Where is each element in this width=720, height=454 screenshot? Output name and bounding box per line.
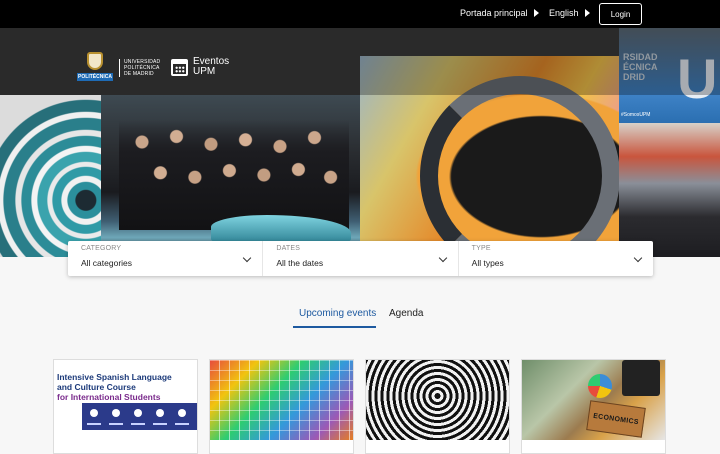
book-label: ECONOMICS <box>592 412 640 426</box>
hero-image-stairs <box>0 95 101 257</box>
crest-icon: POLITÉCNICA <box>77 52 113 83</box>
events-upm-logo[interactable]: Eventos UPM <box>171 57 229 77</box>
filter-label: CATEGORY <box>81 245 122 252</box>
type-filter[interactable]: TYPE All types <box>459 241 653 276</box>
course-info-strip <box>82 403 197 430</box>
crest-band-label: POLITÉCNICA <box>77 73 113 81</box>
language-link[interactable]: English <box>549 8 590 18</box>
filter-value: All categories <box>81 258 133 268</box>
filter-label: DATES <box>276 245 301 252</box>
active-tab-indicator <box>293 326 376 328</box>
card-title-line: and Culture Course <box>57 382 136 392</box>
hero-image-team <box>101 95 360 257</box>
university-name: UNIVERSIDAD POLITÉCNICA DE MADRID <box>119 58 161 77</box>
tab-agenda[interactable]: Agenda <box>389 308 423 319</box>
filter-value: All the dates <box>276 258 324 268</box>
language-link-label: English <box>549 8 579 18</box>
filter-label: TYPE <box>471 245 491 252</box>
home-link[interactable]: Portada principal <box>460 8 539 18</box>
economics-book-graphic: ECONOMICS <box>586 400 646 438</box>
events-logo-line: UPM <box>193 66 216 77</box>
event-card-image: ECONOMICS <box>522 360 665 440</box>
event-card-image <box>366 360 509 440</box>
event-card[interactable]: Intensive Spanish Language and Culture C… <box>53 359 198 454</box>
upm-logo[interactable]: POLITÉCNICA UNIVERSIDAD POLITÉCNICA DE M… <box>77 52 160 83</box>
calendar-icon <box>171 58 188 76</box>
event-card-image: Intensive Spanish Language and Culture C… <box>54 360 197 440</box>
dates-filter[interactable]: DATES All the dates <box>263 241 459 276</box>
calculator-graphic <box>622 360 660 396</box>
university-name-line: POLITÉCNICA <box>124 64 160 71</box>
tab-upcoming-events[interactable]: Upcoming events <box>299 308 376 319</box>
event-card[interactable] <box>209 359 354 454</box>
pie-chart-graphic <box>588 374 612 398</box>
poster-hashtag: #SomosUPM <box>621 112 651 118</box>
top-bar: Portada principal English Login <box>0 0 720 28</box>
event-card[interactable]: ECONOMICS <box>521 359 666 454</box>
chevron-down-icon <box>633 253 643 263</box>
chevron-down-icon <box>243 253 252 263</box>
event-card[interactable] <box>365 359 510 454</box>
card-title-line: Intensive Spanish Language <box>57 372 172 382</box>
filter-value: All types <box>471 258 504 268</box>
university-name-line: UNIVERSIDAD <box>124 58 161 65</box>
home-link-label: Portada principal <box>460 8 528 18</box>
card-title-line: for International Students <box>57 392 161 402</box>
category-filter[interactable]: CATEGORY All categories <box>68 241 264 276</box>
arrow-right-icon <box>584 9 590 17</box>
arrow-right-icon <box>533 9 539 17</box>
university-name-line: DE MADRID <box>124 70 154 77</box>
chevron-down-icon <box>438 253 447 263</box>
hero-image-fair <box>619 123 720 257</box>
event-card-image <box>210 360 353 440</box>
login-button[interactable]: Login <box>599 3 642 25</box>
filter-bar: CATEGORY All categories DATES All the da… <box>68 241 653 276</box>
